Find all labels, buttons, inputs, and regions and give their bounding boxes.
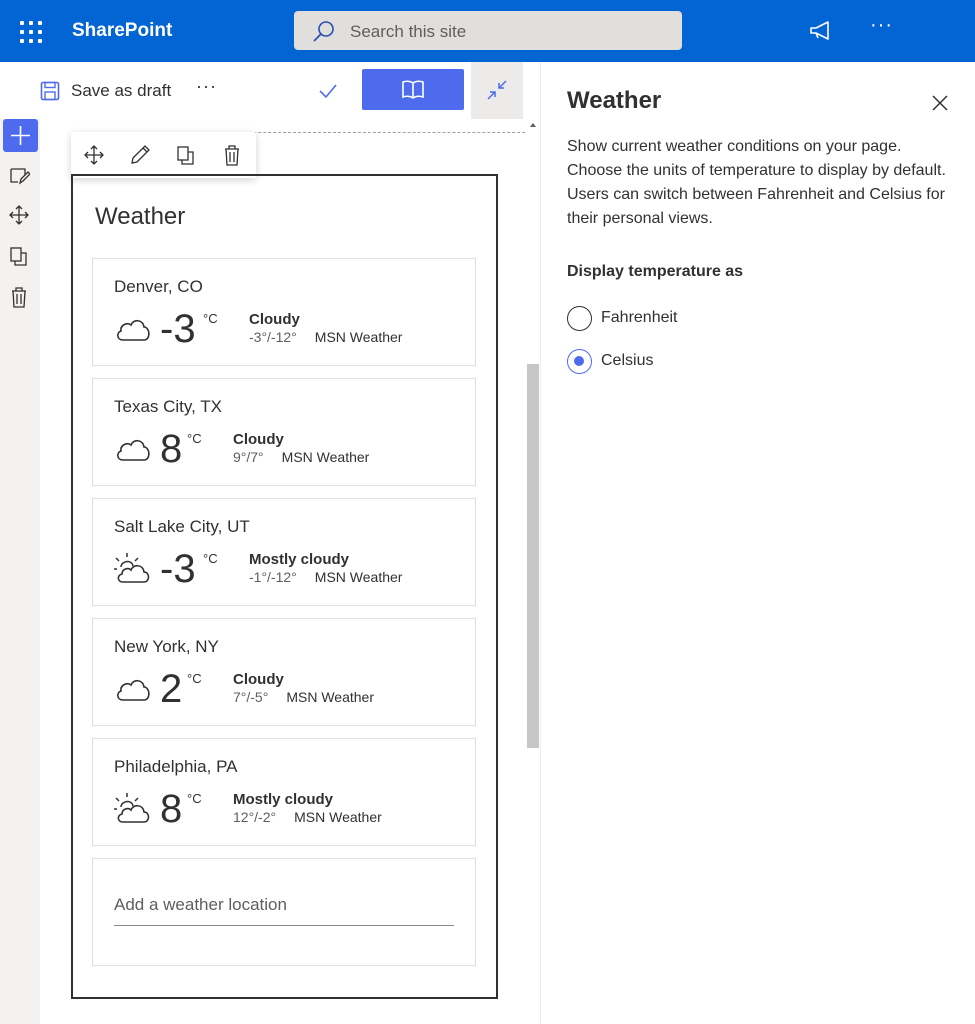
temperature: -3 (160, 307, 196, 351)
mostly-cloudy-icon (114, 553, 150, 583)
condition: Cloudy (233, 671, 284, 688)
temperature-unit: °C (187, 671, 202, 686)
collapse-icon (487, 80, 507, 100)
section-toolbar (0, 119, 40, 1024)
pane-description: Show current weather conditions on your … (567, 138, 946, 227)
book-icon (402, 80, 424, 99)
temperature-unit: °C (203, 551, 218, 566)
forecast-range: -1°/-12° MSN Weather (249, 569, 403, 585)
search-box[interactable]: Search this site (294, 11, 682, 50)
radio-circle-selected[interactable] (567, 348, 592, 374)
command-bar: Save as draft ··· (0, 62, 540, 119)
megaphone-icon[interactable] (808, 20, 834, 42)
add-location-input[interactable]: Add a weather location (114, 895, 454, 926)
weather-source: MSN Weather (286, 689, 374, 705)
edit-section-icon[interactable] (8, 164, 30, 186)
cloud-icon (117, 319, 150, 341)
duplicate-icon[interactable] (175, 144, 197, 166)
cloud-icon (117, 439, 150, 461)
close-icon[interactable] (930, 93, 950, 113)
add-location-card: Add a weather location (92, 858, 476, 966)
condition: Cloudy (249, 311, 300, 328)
duplicate-section-icon[interactable] (8, 245, 30, 267)
condition: Cloudy (233, 431, 284, 448)
move-icon[interactable] (83, 144, 105, 166)
weather-card[interactable]: Salt Lake City, UT -3 °C Mostly cloudy -… (92, 498, 476, 606)
checkmark-icon[interactable] (316, 79, 340, 103)
weather-source: MSN Weather (294, 809, 382, 825)
city-name: Salt Lake City, UT (114, 517, 250, 536)
collapse-button[interactable] (471, 62, 523, 119)
delete-section-icon[interactable] (8, 286, 30, 308)
temperature-unit: °C (187, 791, 202, 806)
weather-card[interactable]: Philadelphia, PA 8 °C Mostly cloudy 12°/… (92, 738, 476, 846)
temperature: 2 (160, 667, 183, 711)
app-brand[interactable]: SharePoint (72, 20, 172, 42)
webpart-title: Weather (95, 203, 186, 230)
condition: Mostly cloudy (233, 791, 334, 808)
forecast-range: 12°/-2° MSN Weather (233, 809, 382, 825)
suite-bar: SharePoint Search this site ··· (0, 0, 975, 62)
save-draft-label: Save as draft (71, 81, 172, 100)
save-icon (40, 81, 60, 101)
edit-icon[interactable] (129, 144, 151, 166)
app-launcher-icon[interactable] (20, 21, 42, 43)
weather-source: MSN Weather (314, 329, 403, 345)
search-input[interactable]: Search this site (350, 22, 466, 42)
temperature: 8 (160, 427, 183, 471)
temperature-unit: °C (187, 431, 202, 446)
temperature: 8 (160, 787, 183, 831)
city-name: Texas City, TX (114, 397, 223, 416)
mostly-cloudy-icon (114, 793, 150, 823)
condition: Mostly cloudy (249, 551, 350, 568)
radio-fahrenheit[interactable]: Fahrenheit (567, 304, 678, 332)
add-section-button[interactable] (3, 119, 38, 152)
city-name: Philadelphia, PA (114, 757, 238, 776)
radio-label: Celsius (601, 352, 654, 369)
radio-circle[interactable] (567, 305, 592, 331)
weather-card[interactable]: New York, NY 2 °C Cloudy 7°/-5° MSN Weath… (92, 618, 476, 726)
forecast-range: -3°/-12° MSN Weather (249, 329, 403, 345)
plus-icon (11, 126, 30, 145)
city-name: Denver, CO (114, 277, 203, 296)
delete-icon[interactable] (221, 144, 243, 166)
cloud-icon (117, 679, 150, 701)
city-name: New York, NY (114, 637, 219, 656)
scroll-up-icon[interactable] (529, 121, 537, 129)
forecast-range: 9°/7° MSN Weather (233, 449, 370, 465)
move-section-icon[interactable] (8, 204, 30, 226)
more-options-icon[interactable]: ··· (870, 14, 893, 37)
weather-card[interactable]: Denver, CO -3 °C Cloudy -3°/-12° MSN Weat… (92, 258, 476, 366)
forecast-range: 7°/-5° MSN Weather (233, 689, 374, 705)
radio-label: Fahrenheit (601, 309, 678, 326)
canvas-scrollbar[interactable] (526, 119, 540, 1024)
save-draft-button[interactable]: Save as draft (40, 78, 171, 104)
pane-title: Weather (567, 87, 662, 114)
weather-card[interactable]: Texas City, TX 8 °C Cloudy 9°/7° MSN Weat… (92, 378, 476, 486)
radio-celsius[interactable]: Celsius (567, 347, 653, 375)
weather-webpart[interactable]: Weather Denver, CO -3 °C Cloudy -3°/-12°… (71, 174, 498, 999)
temperature-unit: °C (203, 311, 218, 326)
scroll-thumb[interactable] (527, 364, 539, 748)
page-canvas: Weather Denver, CO -3 °C Cloudy -3°/-12°… (40, 119, 526, 1024)
search-icon (313, 21, 334, 42)
temperature: -3 (160, 547, 196, 591)
command-more-icon[interactable]: ··· (196, 76, 217, 97)
weather-source: MSN Weather (314, 569, 403, 585)
temperature-unit-label: Display temperature as (567, 263, 744, 280)
property-pane: Weather Show current weather conditions … (540, 62, 975, 1024)
webpart-toolbar (71, 132, 256, 178)
weather-source: MSN Weather (281, 449, 370, 465)
publish-button[interactable] (362, 69, 464, 110)
